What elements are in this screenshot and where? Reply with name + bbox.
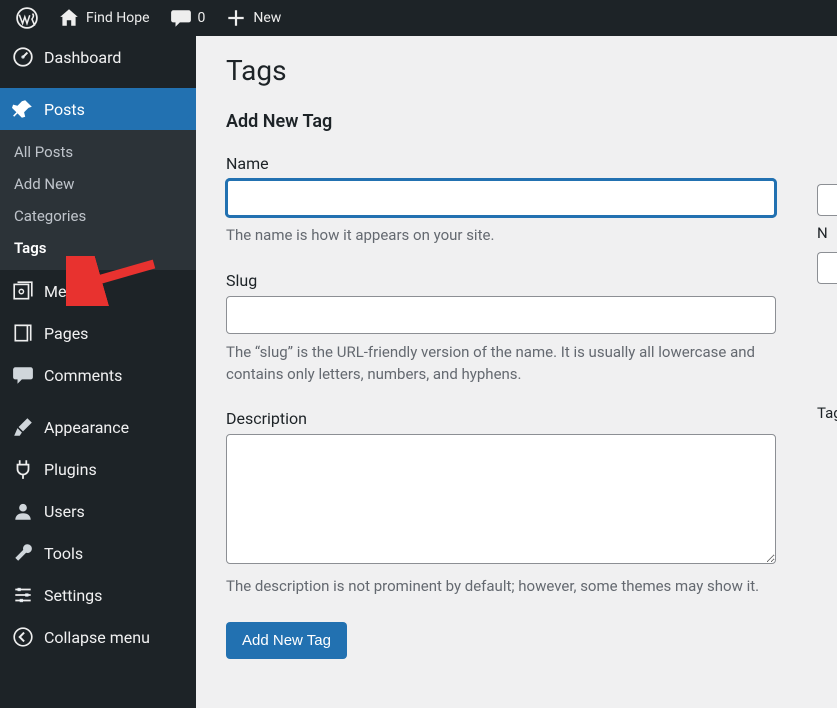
submenu-add-new[interactable]: Add New <box>0 168 196 200</box>
page-title: Tags <box>226 54 807 87</box>
submenu-categories[interactable]: Categories <box>0 200 196 232</box>
menu-posts-label: Posts <box>44 100 85 119</box>
menu-comments-label: Comments <box>44 366 122 385</box>
menu-pages[interactable]: Pages <box>0 312 196 354</box>
menu-media-label: Media <box>44 282 88 301</box>
wordpress-logo-icon <box>16 7 38 29</box>
menu-tools[interactable]: Tools <box>0 532 196 574</box>
content-area: Tags Add New Tag Name The name is how it… <box>196 36 837 708</box>
menu-users[interactable]: Users <box>0 490 196 532</box>
menu-posts-submenu: All Posts Add New Categories Tags <box>0 130 196 270</box>
sliders-icon <box>12 584 34 606</box>
comments-icon <box>12 364 34 386</box>
menu-collapse[interactable]: Collapse menu <box>0 616 196 658</box>
comment-icon <box>170 7 192 29</box>
media-icon <box>12 280 34 302</box>
description-label: Description <box>226 409 776 428</box>
menu-dashboard[interactable]: Dashboard <box>0 36 196 78</box>
comments-count: 0 <box>198 10 206 26</box>
menu-comments[interactable]: Comments <box>0 354 196 396</box>
menu-pages-label: Pages <box>44 324 88 343</box>
plus-icon <box>225 7 247 29</box>
menu-media[interactable]: Media <box>0 270 196 312</box>
pin-icon <box>12 98 34 120</box>
home-icon <box>58 7 80 29</box>
field-slug: Slug The “slug” is the URL-friendly vers… <box>226 271 776 386</box>
slug-help: The “slug” is the URL-friendly version o… <box>226 342 776 386</box>
menu-appearance[interactable]: Appearance <box>0 406 196 448</box>
cutoff-input-2[interactable] <box>817 252 837 284</box>
admin-topbar: Find Hope 0 New <box>0 0 837 36</box>
user-icon <box>12 500 34 522</box>
submenu-tags[interactable]: Tags <box>0 232 196 264</box>
slug-label: Slug <box>226 271 776 290</box>
menu-plugins[interactable]: Plugins <box>0 448 196 490</box>
name-help: The name is how it appears on your site. <box>226 225 776 247</box>
field-description: Description The description is not promi… <box>226 409 776 598</box>
right-column-cutoff: N Tag <box>817 36 837 708</box>
name-label: Name <box>226 154 776 173</box>
cutoff-label-n: N <box>817 224 837 242</box>
menu-tools-label: Tools <box>44 544 83 563</box>
name-input[interactable] <box>226 179 776 217</box>
plug-icon <box>12 458 34 480</box>
description-textarea[interactable] <box>226 434 776 564</box>
menu-users-label: Users <box>44 502 85 521</box>
description-help: The description is not prominent by defa… <box>226 576 776 598</box>
slug-input[interactable] <box>226 296 776 334</box>
site-home-link[interactable]: Find Hope <box>48 0 160 36</box>
admin-sidebar: Dashboard Posts All Posts Add New Catego… <box>0 36 196 708</box>
menu-settings[interactable]: Settings <box>0 574 196 616</box>
submit-button[interactable]: Add New Tag <box>226 622 347 659</box>
comments-link[interactable]: 0 <box>160 0 216 36</box>
wordpress-logo-menu[interactable] <box>6 0 48 36</box>
cutoff-input-1[interactable] <box>817 184 837 216</box>
menu-collapse-label: Collapse menu <box>44 628 150 647</box>
menu-plugins-label: Plugins <box>44 460 97 479</box>
page-icon <box>12 322 34 344</box>
submenu-all-posts[interactable]: All Posts <box>0 136 196 168</box>
menu-dashboard-label: Dashboard <box>44 48 121 67</box>
field-name: Name The name is how it appears on your … <box>226 154 776 247</box>
cutoff-label-tag: Tag <box>817 404 837 422</box>
site-name: Find Hope <box>86 10 150 26</box>
menu-posts[interactable]: Posts <box>0 88 196 130</box>
section-title: Add New Tag <box>226 111 807 132</box>
brush-icon <box>12 416 34 438</box>
dashboard-icon <box>12 46 34 68</box>
wrench-icon <box>12 542 34 564</box>
new-content-link[interactable]: New <box>215 0 291 36</box>
menu-appearance-label: Appearance <box>44 418 129 437</box>
new-label: New <box>253 10 281 26</box>
menu-settings-label: Settings <box>44 586 102 605</box>
collapse-icon <box>12 626 34 648</box>
